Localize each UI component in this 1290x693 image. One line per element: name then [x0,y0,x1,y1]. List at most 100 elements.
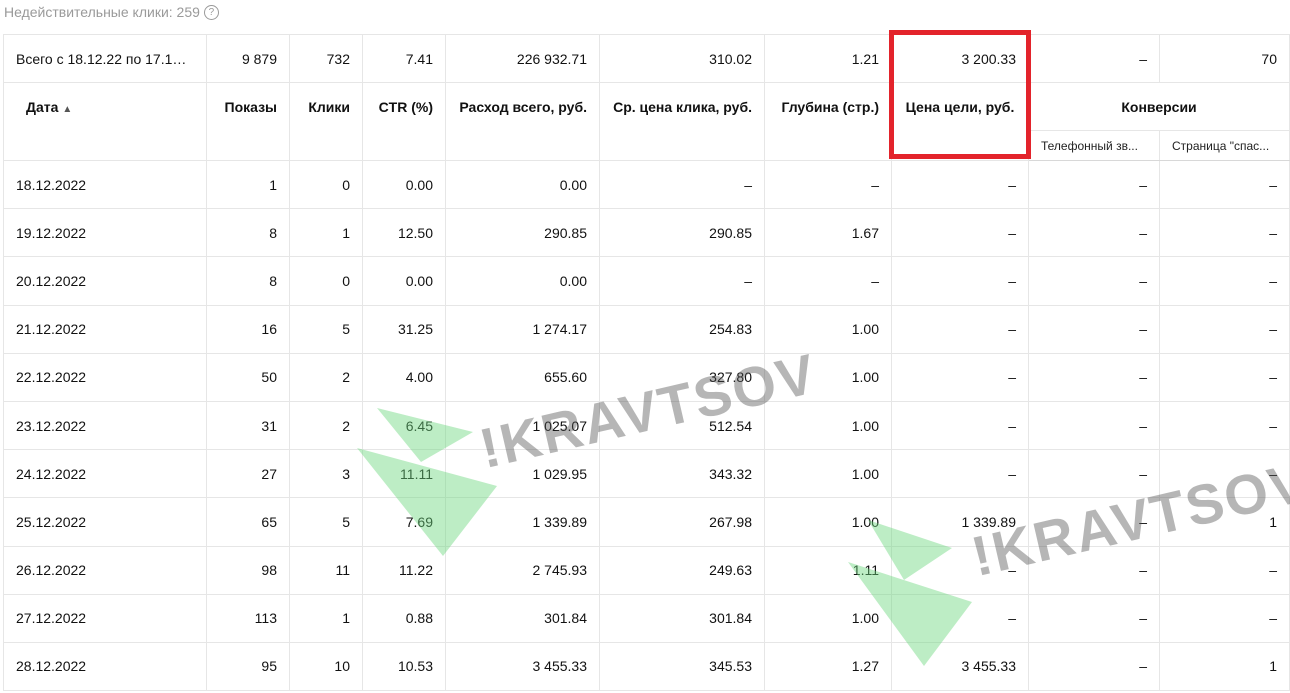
cell-depth: – [764,256,892,306]
total-conv-page: 70 [1159,34,1290,83]
table-row: 27.12.2022 113 1 0.88 301.84 301.84 1.00– – – [3,593,1290,643]
cell-date: 26.12.2022 [3,545,207,595]
cell-depth: 1.00 [764,449,892,499]
total-impressions: 9 879 [206,34,290,83]
cell-spend: 0.00 [445,256,600,306]
cell-cpc: 290.85 [599,208,765,258]
cell-conv-page: – [1159,159,1290,210]
column-header-date-label: Дата [26,99,59,115]
cell-impressions: 50 [206,352,290,402]
cell-conv-page: – [1159,593,1290,643]
header-row: Дата ▲ Показы Клики CTR (%) Расход всего,… [3,82,1290,161]
cell-impressions: 8 [206,256,290,306]
cell-cpc: 267.98 [599,497,765,547]
cell-ctr: 6.45 [362,400,446,451]
cell-date: 19.12.2022 [3,208,207,258]
cell-conv-phone: – [1028,159,1160,210]
cell-date: 24.12.2022 [3,449,207,499]
cell-date: 22.12.2022 [3,352,207,402]
cell-spend: 3 455.33 [445,641,600,692]
cell-goal-cost: – [891,208,1029,258]
cell-impressions: 113 [206,593,290,643]
cell-conv-phone: – [1028,641,1160,692]
cell-clicks: 2 [289,400,363,451]
help-icon[interactable]: ? [203,4,219,20]
cell-goal-cost: 3 455.33 [891,641,1029,692]
invalid-clicks-label: Недействительные клики: 259 [4,4,200,20]
table-row: 21.12.2022 16 5 31.25 1 274.17 254.83 1.00– – – [3,304,1290,354]
column-header-conversions: Конверсии [1028,82,1290,131]
column-header-conv-page[interactable]: Страница "спас... [1159,130,1290,161]
cell-depth: 1.00 [764,497,892,547]
statistics-table: Всего с 18.12.22 по 17.12.23 9 879 732 7… [3,34,1290,692]
cell-conv-phone: – [1028,400,1160,451]
cell-ctr: 12.50 [362,208,446,258]
cell-impressions: 98 [206,545,290,595]
cell-impressions: 27 [206,449,290,499]
cell-goal-cost: – [891,159,1029,210]
column-header-impressions[interactable]: Показы [206,82,290,161]
cell-impressions: 31 [206,400,290,451]
cell-ctr: 7.69 [362,497,446,547]
cell-goal-cost: – [891,256,1029,306]
cell-date: 20.12.2022 [3,256,207,306]
cell-clicks: 1 [289,208,363,258]
cell-cpc: 345.53 [599,641,765,692]
cell-clicks: 10 [289,641,363,692]
cell-date: 18.12.2022 [3,159,207,210]
cell-conv-page: – [1159,256,1290,306]
cell-conv-page: – [1159,304,1290,354]
cell-date: 28.12.2022 [3,641,207,692]
cell-goal-cost: – [891,304,1029,354]
total-conv-phone: – [1028,34,1160,83]
cell-ctr: 4.00 [362,352,446,402]
cell-conv-page: – [1159,400,1290,451]
cell-ctr: 11.22 [362,545,446,595]
cell-ctr: 31.25 [362,304,446,354]
column-header-date[interactable]: Дата ▲ [3,82,207,161]
cell-ctr: 0.00 [362,256,446,306]
cell-conv-phone: – [1028,208,1160,258]
cell-ctr: 11.11 [362,449,446,499]
column-header-ctr[interactable]: CTR (%) [362,82,446,161]
cell-conv-phone: – [1028,593,1160,643]
total-cpc: 310.02 [599,34,765,83]
cell-impressions: 1 [206,159,290,210]
cell-spend: 1 274.17 [445,304,600,354]
cell-date: 25.12.2022 [3,497,207,547]
cell-cpc: 343.32 [599,449,765,499]
column-header-conv-phone[interactable]: Телефонный зв... [1028,130,1160,161]
cell-goal-cost: – [891,400,1029,451]
cell-depth: 1.00 [764,593,892,643]
cell-goal-cost: – [891,449,1029,499]
table-row: 24.12.2022 27 3 11.11 1 029.95 343.32 1.00– – – [3,449,1290,499]
cell-impressions: 65 [206,497,290,547]
column-header-depth[interactable]: Глубина (стр.) [764,82,892,161]
cell-goal-cost: – [891,352,1029,402]
cell-cpc: 254.83 [599,304,765,354]
column-header-goal-cost[interactable]: Цена цели, руб. [891,82,1029,161]
cell-clicks: 0 [289,159,363,210]
column-header-spend[interactable]: Расход всего, руб. [445,82,600,161]
table-row: 20.12.2022 8 0 0.00 0.00– – – – – [3,256,1290,306]
cell-conv-page: – [1159,352,1290,402]
total-goal-cost: 3 200.33 [891,34,1029,83]
cell-clicks: 3 [289,449,363,499]
cell-conv-phone: – [1028,304,1160,354]
total-clicks: 732 [289,34,363,83]
cell-depth: 1.11 [764,545,892,595]
cell-conv-page: – [1159,545,1290,595]
column-header-cpc[interactable]: Ср. цена клика, руб. [599,82,765,161]
cell-spend: 290.85 [445,208,600,258]
table-row: 28.12.2022 95 10 10.53 3 455.33 345.53 1.27 3 4… [3,641,1290,692]
column-header-clicks[interactable]: Клики [289,82,363,161]
table-row: 18.12.2022 1 0 0.00 0.00– – – – – [3,159,1290,210]
cell-spend: 1 339.89 [445,497,600,547]
cell-ctr: 10.53 [362,641,446,692]
cell-conv-phone: – [1028,256,1160,306]
cell-conv-page: – [1159,208,1290,258]
cell-depth: 1.27 [764,641,892,692]
cell-clicks: 5 [289,304,363,354]
total-row: Всего с 18.12.22 по 17.12.23 9 879 732 7… [3,34,1290,83]
cell-ctr: 0.88 [362,593,446,643]
